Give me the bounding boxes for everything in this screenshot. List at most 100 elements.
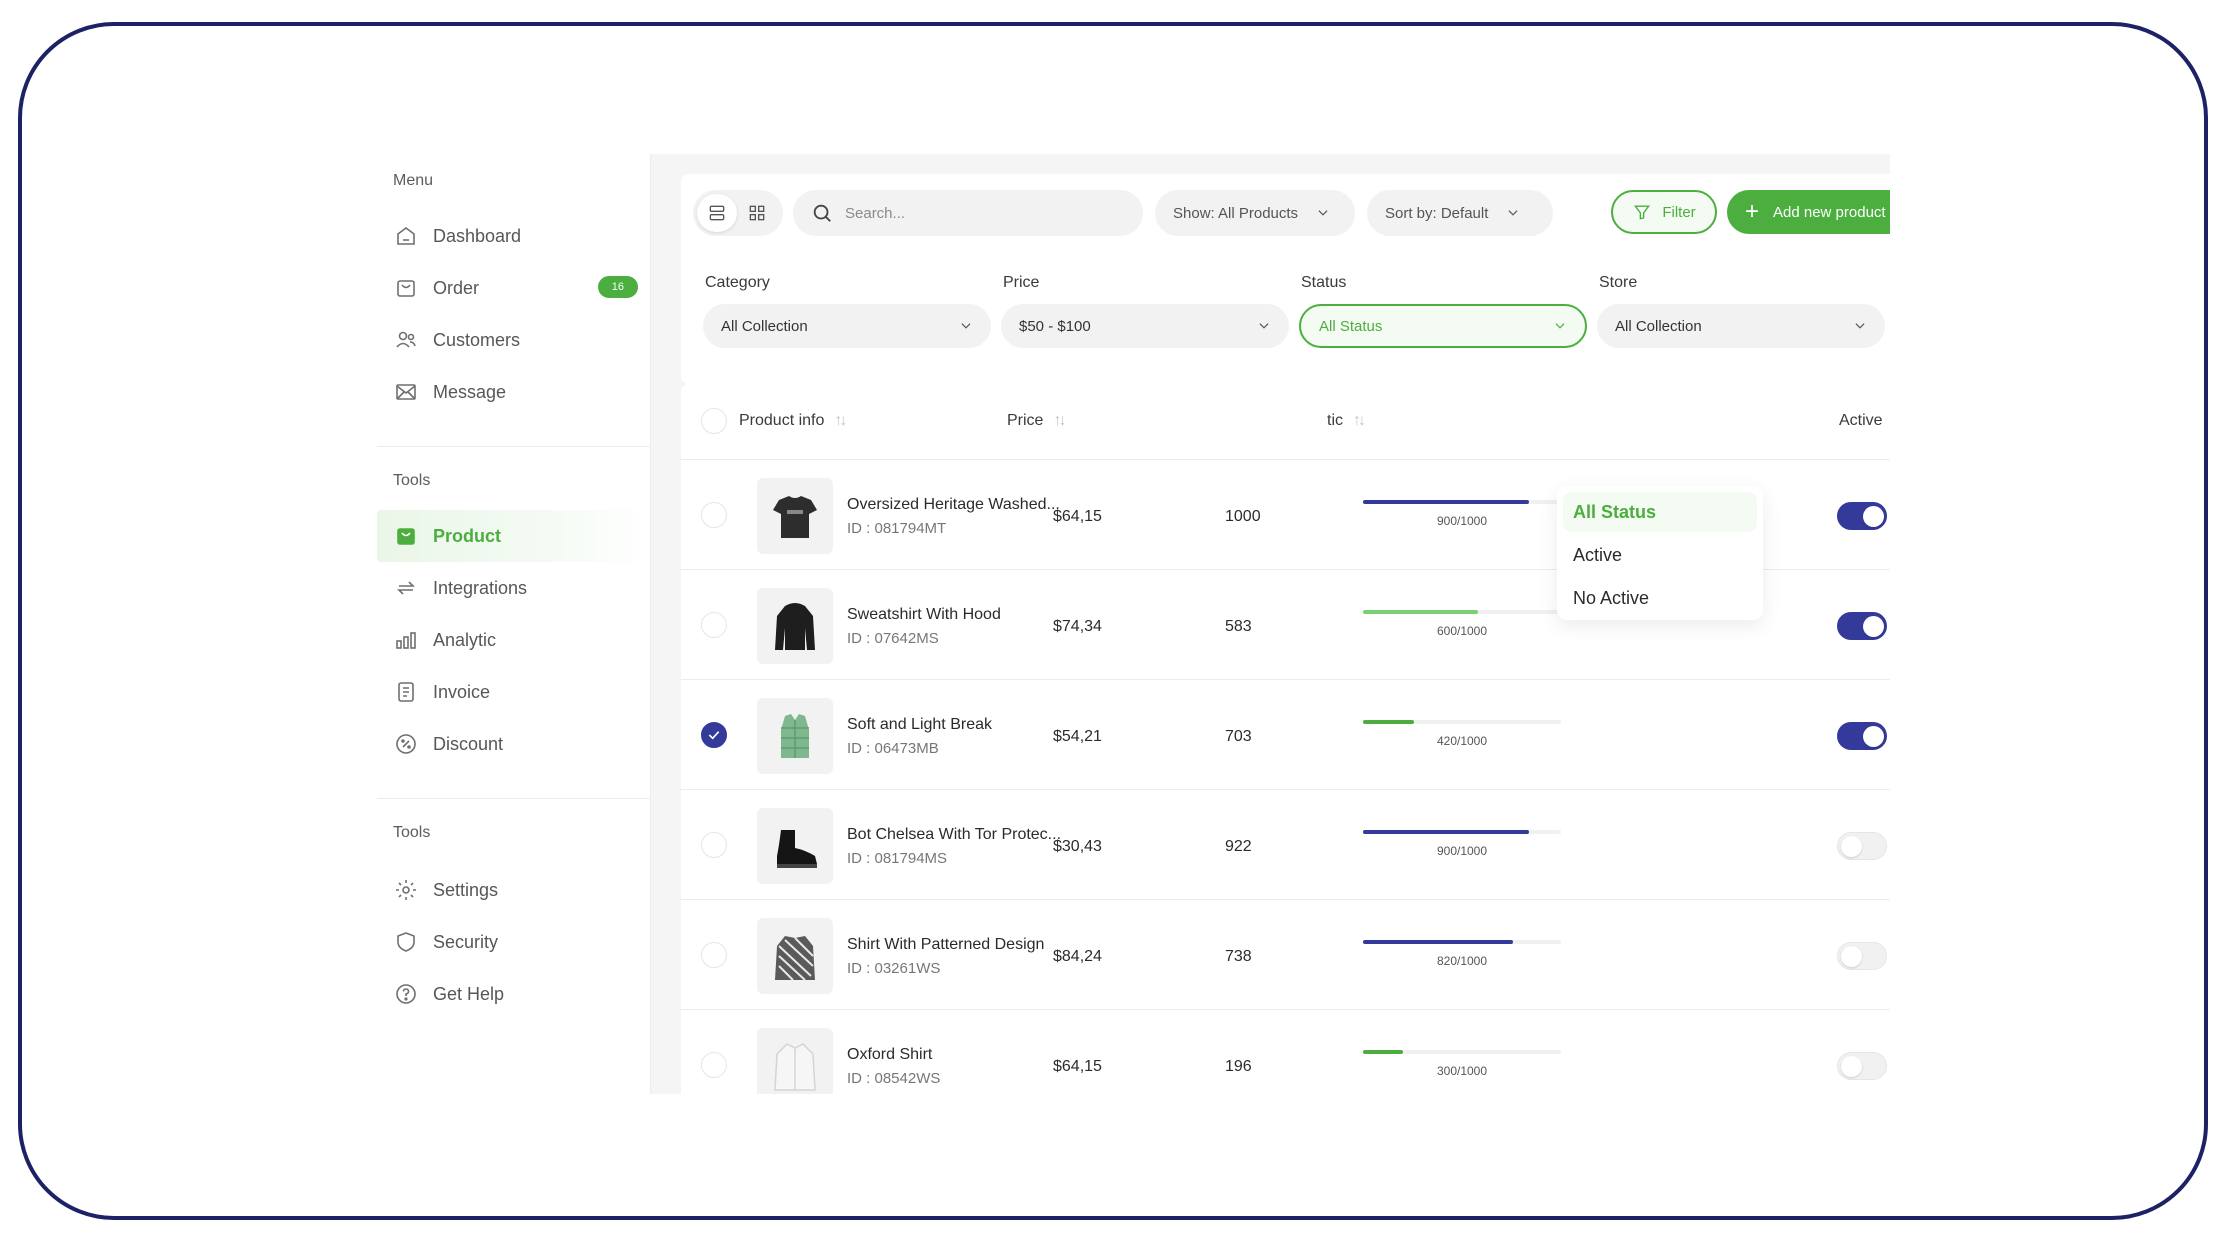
product-stock: 196 (1225, 1058, 1252, 1075)
header-price[interactable]: Price ↑↓ (1007, 412, 1066, 430)
table-row[interactable]: Oxford Shirt ID : 08542WS $64,15 196 300/100… (681, 1010, 1890, 1094)
row-checkbox[interactable] (701, 832, 727, 858)
sidebar-item-invoice[interactable]: Invoice (377, 666, 652, 718)
gear-icon (393, 877, 419, 903)
row-checkbox[interactable] (701, 612, 727, 638)
product-stock: 922 (1225, 838, 1252, 855)
row-checkbox[interactable] (701, 942, 727, 968)
progress-bar (1363, 610, 1561, 614)
chevron-down-icon (961, 323, 971, 329)
progress-bar-fill (1363, 1050, 1403, 1054)
status-option-no-active[interactable]: No Active (1563, 578, 1757, 618)
shopping-bag-icon (393, 523, 419, 549)
sidebar-item-analytic[interactable]: Analytic (377, 614, 652, 666)
progress-bar (1363, 1050, 1561, 1054)
tools-section-label: Tools (393, 472, 431, 489)
bar-chart-icon (393, 627, 419, 653)
chevron-down-icon (1508, 210, 1518, 216)
progress-text: 300/1000 (1436, 1064, 1488, 1078)
status-option-active[interactable]: Active (1563, 535, 1757, 575)
toggle-knob (1841, 836, 1862, 857)
patterned-shirt-image (757, 918, 833, 994)
header-statistic[interactable]: tic ↑↓ (1327, 412, 1366, 430)
product-name[interactable]: Sweatshirt With Hood (847, 606, 1001, 624)
sidebar-item-order[interactable]: Order 16 (377, 262, 652, 314)
grid-view-button[interactable] (737, 194, 777, 232)
product-name[interactable]: Oxford Shirt (847, 1046, 932, 1064)
add-product-button[interactable]: + Add new product (1727, 190, 1890, 234)
show-products-select[interactable]: Show: All Products (1155, 190, 1355, 236)
header-active: Active (1839, 412, 1883, 430)
category-label: Category (705, 274, 770, 291)
sidebar-item-product[interactable]: Product (377, 510, 652, 562)
grid-icon (749, 205, 765, 221)
table-row[interactable]: Shirt With Patterned Design ID : 03261WS $… (681, 900, 1890, 1010)
chevron-down-icon (1855, 323, 1865, 329)
product-name[interactable]: Oversized Heritage Washed... (847, 496, 1060, 514)
active-toggle[interactable] (1837, 612, 1887, 640)
bag-icon (393, 275, 419, 301)
sidebar-item-integrations[interactable]: Integrations (377, 562, 652, 614)
toggle-knob (1841, 1056, 1862, 1077)
active-toggle[interactable] (1837, 832, 1887, 860)
toggle-knob (1841, 946, 1862, 967)
sidebar-item-get-help[interactable]: Get Help (377, 968, 652, 1020)
product-stock: 738 (1225, 948, 1252, 965)
select-all-checkbox[interactable] (701, 408, 727, 434)
header-product-info[interactable]: Product info ↑↓ (739, 412, 847, 430)
chevron-down-icon (1555, 323, 1565, 329)
progress-bar (1363, 940, 1561, 944)
sidebar-item-security[interactable]: Security (377, 916, 652, 968)
main-panel: Show: All Products Sort by: Default Filt… (650, 154, 1890, 1094)
active-toggle[interactable] (1837, 722, 1887, 750)
sort-select[interactable]: Sort by: Default (1367, 190, 1553, 236)
sidebar-item-discount[interactable]: Discount (377, 718, 652, 770)
store-filter: Store All Collection (1597, 274, 1885, 348)
row-checkbox[interactable] (701, 722, 727, 748)
status-filter: Status All Status (1299, 274, 1587, 348)
product-price: $64,15 (1053, 1058, 1102, 1075)
product-stock: 1000 (1225, 508, 1261, 525)
tshirt-image (757, 478, 833, 554)
toggle-knob (1863, 726, 1884, 747)
mail-icon (393, 379, 419, 405)
row-checkbox[interactable] (701, 1052, 727, 1078)
product-price: $74,34 (1053, 618, 1102, 635)
progress-text: 900/1000 (1436, 514, 1488, 528)
category-select[interactable]: All Collection (703, 304, 991, 348)
sidebar-item-label: Order (433, 277, 480, 298)
active-toggle[interactable] (1837, 942, 1887, 970)
filter-icon (1634, 205, 1651, 220)
sidebar-divider (377, 446, 652, 447)
filter-button[interactable]: Filter (1611, 190, 1717, 234)
table-row[interactable]: Soft and Light Break ID : 06473MB $54,21 70… (681, 680, 1890, 790)
status-select[interactable]: All Status (1299, 304, 1587, 348)
progress-text: 420/1000 (1436, 734, 1488, 748)
sidebar-item-settings[interactable]: Settings (377, 864, 652, 916)
list-view-button[interactable] (697, 194, 737, 232)
price-label: Price (1003, 274, 1040, 291)
hoodie-image (757, 588, 833, 664)
store-select[interactable]: All Collection (1597, 304, 1885, 348)
sidebar-item-message[interactable]: Message (377, 366, 652, 418)
sidebar-item-dashboard[interactable]: Dashboard (377, 210, 652, 262)
product-name[interactable]: Bot Chelsea With Tor Protec... (847, 826, 1061, 844)
status-option-all[interactable]: All Status (1563, 492, 1757, 532)
search-input[interactable] (845, 204, 1115, 222)
product-name[interactable]: Shirt With Patterned Design (847, 936, 1044, 954)
price-select[interactable]: $50 - $100 (1001, 304, 1289, 348)
row-checkbox[interactable] (701, 502, 727, 528)
chevron-down-icon (1259, 323, 1269, 329)
header-product-label: Product info (739, 412, 825, 429)
table-row[interactable]: Bot Chelsea With Tor Protec... ID : 08179… (681, 790, 1890, 900)
product-name[interactable]: Soft and Light Break (847, 716, 992, 734)
view-toggle (693, 190, 783, 236)
sidebar-item-customers[interactable]: Customers (377, 314, 652, 366)
sidebar-item-label: Settings (433, 879, 499, 900)
active-toggle[interactable] (1837, 502, 1887, 530)
tools-section-label-2: Tools (393, 824, 431, 841)
active-toggle[interactable] (1837, 1052, 1887, 1080)
product-id: ID : 06473MB (847, 740, 939, 757)
product-id: ID : 08542WS (847, 1070, 941, 1087)
sidebar-item-label: Discount (433, 733, 504, 754)
